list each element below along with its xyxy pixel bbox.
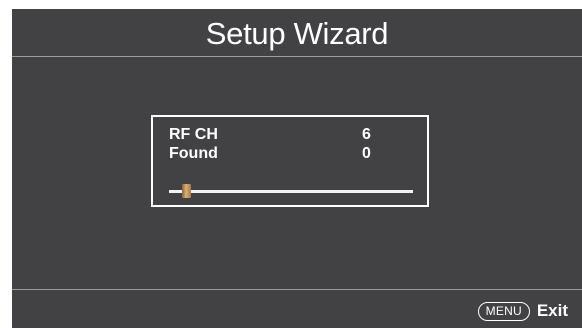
scan-progress-handle <box>182 184 192 198</box>
exit-label: Exit <box>536 301 568 320</box>
scan-progress-track <box>169 184 413 198</box>
header: Setup Wizard <box>12 9 582 57</box>
header-divider <box>12 56 582 57</box>
found-value: 0 <box>362 145 371 162</box>
rf-channel-row: RF CH 6 <box>169 126 419 144</box>
tv-screen: Setup Wizard RF CH 6 Found 0 MENU Exit <box>0 0 582 328</box>
rf-channel-label: RF CH <box>169 126 218 143</box>
found-row: Found 0 <box>169 145 419 163</box>
footer-divider <box>12 289 582 290</box>
menu-key-icon: MENU <box>477 301 530 321</box>
found-label: Found <box>169 145 218 162</box>
exit-hint[interactable]: MENU Exit <box>477 300 568 322</box>
setup-wizard-panel: Setup Wizard RF CH 6 Found 0 MENU Exit <box>12 9 582 328</box>
channel-scan-box: RF CH 6 Found 0 <box>151 115 429 207</box>
rf-channel-value: 6 <box>362 126 371 143</box>
page-title: Setup Wizard <box>205 16 389 51</box>
